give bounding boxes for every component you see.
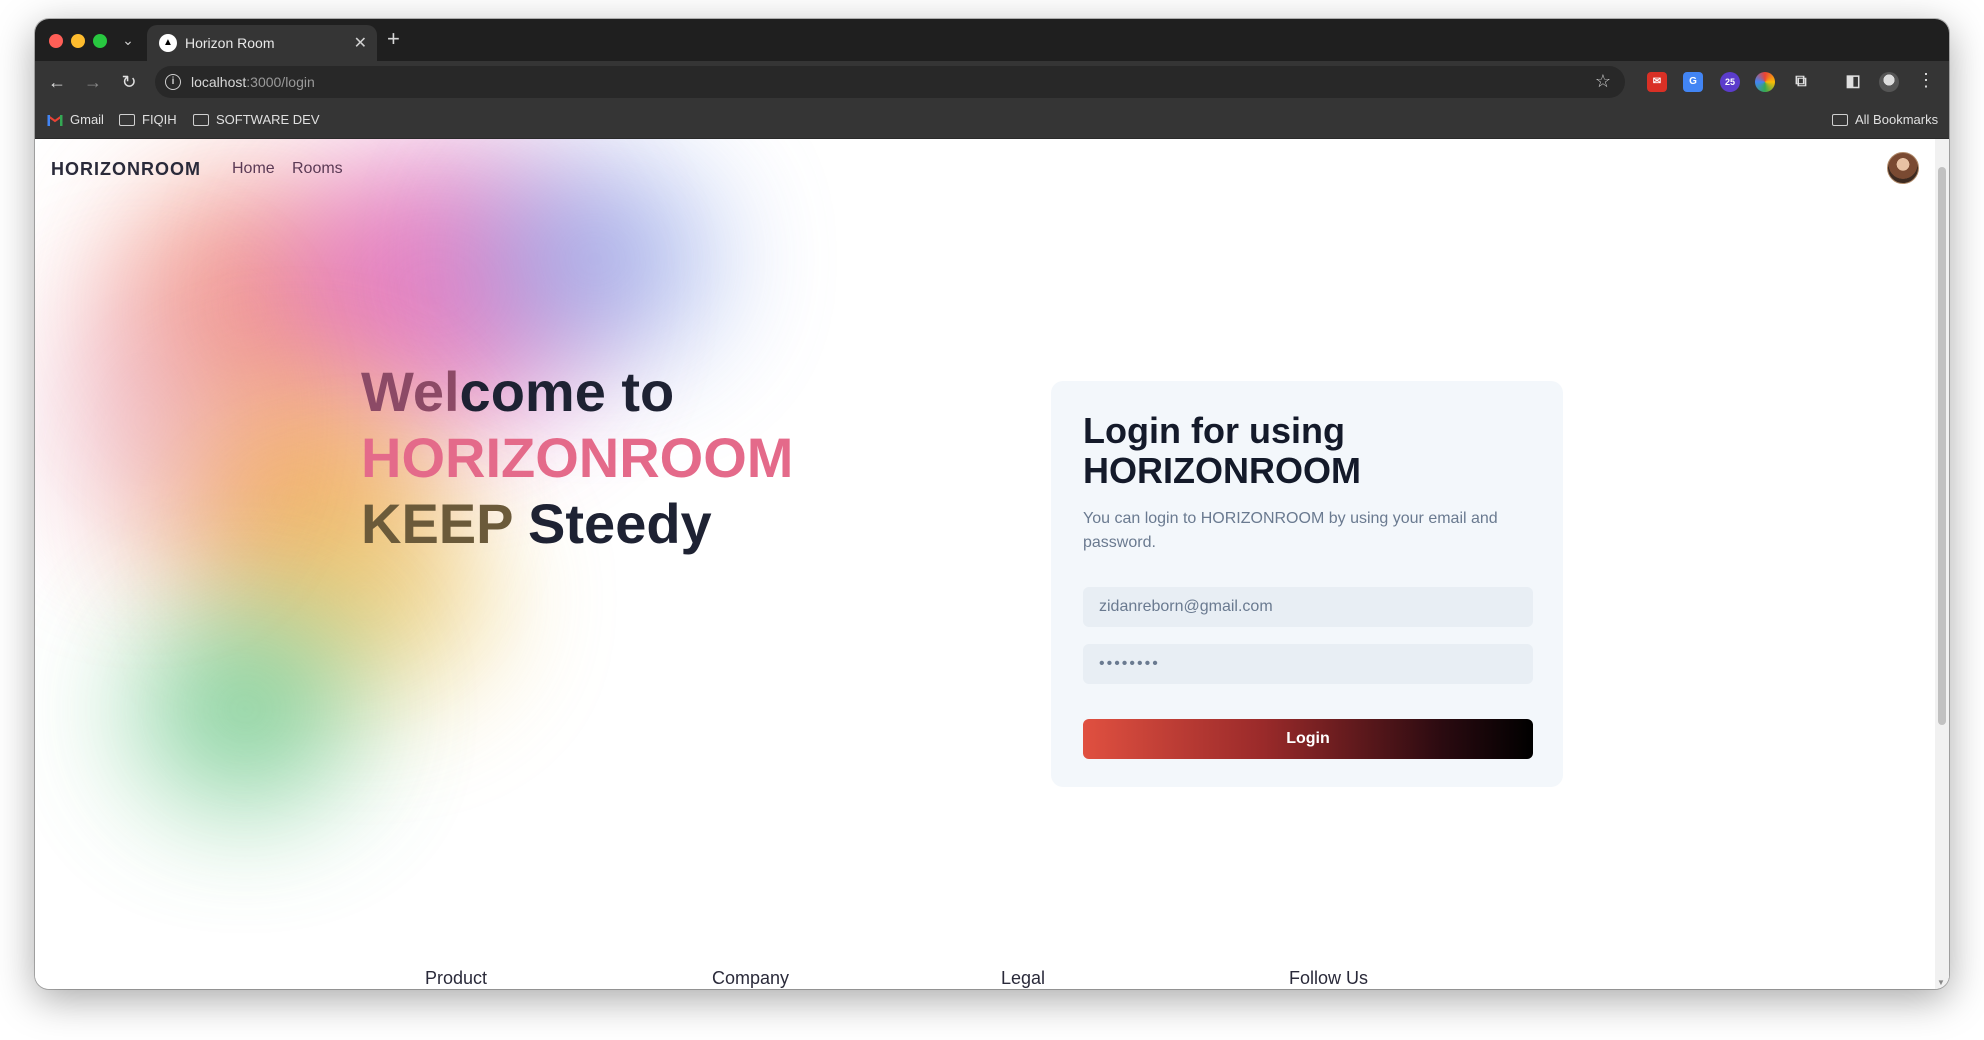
- ext-translate-icon[interactable]: G: [1683, 72, 1703, 92]
- hero-line-3-b: Steedy: [512, 492, 712, 555]
- new-tab-button[interactable]: +: [387, 27, 400, 51]
- tab-close-icon[interactable]: ✕: [354, 33, 367, 53]
- gradient-blob-decor: [55, 289, 235, 549]
- favicon-icon: ▲: [159, 34, 177, 52]
- footer-heading-legal: Legal: [1001, 968, 1046, 988]
- reload-icon[interactable]: ↻: [117, 70, 141, 94]
- bookmarks-bar: Gmail FIQIH SOFTWARE DEV All Bookmarks: [35, 103, 1949, 139]
- bookmark-software-dev[interactable]: SOFTWARE DEV: [193, 112, 320, 127]
- tab-horizon-room[interactable]: ▲ Horizon Room ✕: [147, 25, 377, 61]
- address-bar[interactable]: i localhost:3000/login ☆: [155, 66, 1625, 98]
- browser-window: ⌄ ▲ Horizon Room ✕ + ← → ↻ i localhost:3…: [35, 19, 1949, 989]
- tab-title: Horizon Room: [185, 35, 275, 51]
- profile-icon[interactable]: [1879, 72, 1899, 92]
- brand-logo[interactable]: HORIZONROOM: [51, 159, 201, 180]
- tab-search-chevron-icon[interactable]: ⌄: [117, 29, 139, 51]
- bookmark-label: Gmail: [70, 112, 104, 127]
- login-subtitle: You can login to HORIZONROOM by using yo…: [1083, 510, 1498, 551]
- user-avatar[interactable]: [1887, 152, 1919, 184]
- page-viewport: HORIZONROOM Home Rooms Welcome to HORIZO…: [35, 139, 1949, 989]
- login-card: Login for using HORIZONROOM You can logi…: [1051, 381, 1563, 787]
- hero-line-3: KEEP Steedy: [361, 491, 793, 557]
- ext-badge-icon[interactable]: 25: [1720, 72, 1740, 92]
- footer-heading-product: Product: [425, 968, 488, 988]
- page-scrollbar[interactable]: ▼: [1935, 139, 1949, 989]
- chrome-menu-icon[interactable]: ⋮: [1917, 70, 1935, 91]
- footer-heading-company: Company: [712, 968, 790, 988]
- side-panel-icon[interactable]: ◧: [1843, 72, 1863, 92]
- folder-icon: [119, 113, 135, 126]
- bookmark-label: SOFTWARE DEV: [216, 112, 320, 127]
- hero-line-2: HORIZONROOM: [361, 426, 794, 489]
- hero-line-1: Welcome to: [361, 359, 793, 425]
- url-host: localhost: [191, 74, 247, 90]
- footer-heading-follow-us: Follow Us: [1289, 968, 1369, 988]
- ext-red-icon[interactable]: ✉: [1647, 72, 1667, 92]
- login-title: Login for using HORIZONROOM: [1083, 410, 1361, 491]
- site-info-icon[interactable]: i: [165, 74, 181, 90]
- scroll-down-arrow-icon[interactable]: ▼: [1937, 978, 1945, 987]
- nav-link-home[interactable]: Home: [232, 160, 275, 178]
- close-window-button[interactable]: [49, 34, 63, 48]
- back-arrow-icon[interactable]: ←: [45, 70, 69, 94]
- hero-heading: Welcome to HORIZONROOM KEEP Steedy: [361, 359, 793, 557]
- email-field[interactable]: [1083, 587, 1533, 627]
- nav-link-rooms[interactable]: Rooms: [292, 160, 343, 178]
- bookmark-gmail[interactable]: Gmail: [47, 112, 104, 127]
- all-bookmarks-label: All Bookmarks: [1855, 112, 1939, 127]
- hero-line-3-a: KEEP: [361, 492, 513, 555]
- bookmark-label: FIQIH: [142, 112, 177, 127]
- bookmark-fiqih[interactable]: FIQIH: [119, 112, 177, 127]
- browser-toolbar: ← → ↻ i localhost:3000/login ☆ ✉ G 25 ⧉ …: [35, 61, 1949, 103]
- folder-icon: [1832, 113, 1848, 126]
- gmail-icon: [47, 114, 63, 126]
- minimize-window-button[interactable]: [71, 34, 85, 48]
- login-button[interactable]: Login: [1083, 719, 1533, 759]
- password-field[interactable]: [1083, 644, 1533, 684]
- extensions-puzzle-icon[interactable]: ⧉: [1791, 72, 1811, 92]
- scrollbar-thumb[interactable]: [1938, 167, 1946, 725]
- url-text[interactable]: localhost:3000/login: [191, 74, 315, 90]
- forward-arrow-icon[interactable]: →: [81, 70, 105, 94]
- url-path: :3000/login: [246, 74, 315, 90]
- maximize-window-button[interactable]: [93, 34, 107, 48]
- all-bookmarks[interactable]: All Bookmarks: [1832, 112, 1938, 127]
- gradient-blob-decor: [475, 159, 715, 359]
- tab-strip: ⌄ ▲ Horizon Room ✕ +: [35, 19, 1949, 61]
- folder-icon: [193, 113, 209, 126]
- hero-line-1-b: come to: [459, 360, 675, 423]
- gradient-blob-decor: [135, 609, 355, 809]
- ext-color-icon[interactable]: [1755, 72, 1775, 92]
- bookmark-star-icon[interactable]: ☆: [1595, 71, 1611, 92]
- hero-line-1-a: Wel: [361, 360, 460, 423]
